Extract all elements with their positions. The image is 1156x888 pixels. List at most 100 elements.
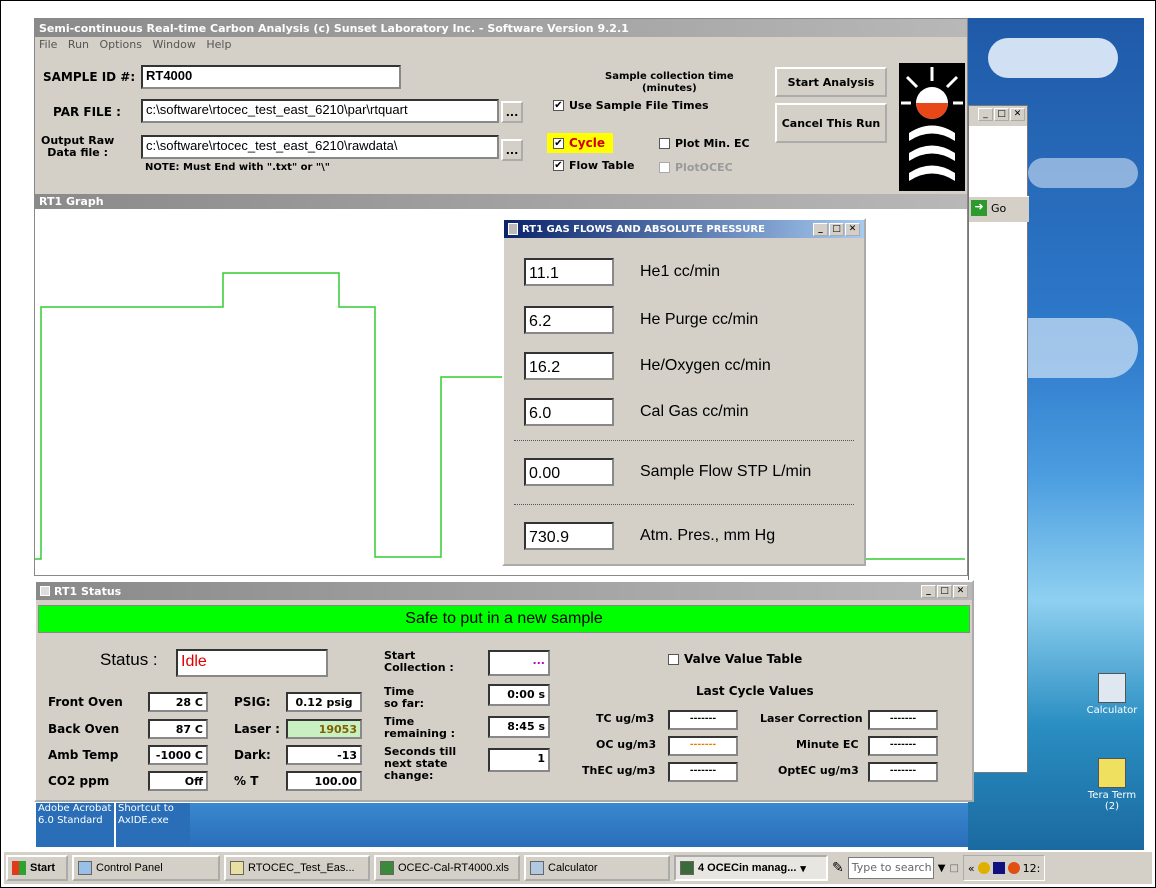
tray-network-icon[interactable]	[1007, 862, 1020, 874]
menu-window[interactable]: Window	[152, 38, 195, 51]
desktop-icon-calculator[interactable]: Calculator	[1080, 673, 1144, 716]
minute-ec-label: Minute EC	[796, 738, 859, 751]
tera-term-label-2: (2)	[1104, 801, 1120, 812]
plot-min-ec-checkbox[interactable]: Plot Min. EC	[659, 137, 750, 150]
clock[interactable]: 12:	[1023, 862, 1041, 875]
back-oven-value: 87 C	[148, 719, 208, 739]
maximize-icon[interactable]: □	[994, 108, 1009, 121]
minimize-icon[interactable]: _	[921, 584, 936, 598]
he1-value[interactable]: 11.1	[524, 258, 614, 286]
graph-trace-line	[35, 272, 503, 560]
plot-ocec-label: PlotOCEC	[675, 161, 733, 174]
flow-table-label: Flow Table	[569, 159, 635, 172]
folder-icon	[230, 861, 244, 875]
use-sample-file-times-checkbox[interactable]: ✔ Use Sample File Times	[553, 99, 709, 112]
minimize-icon[interactable]: _	[978, 108, 993, 121]
menu-run[interactable]: Run	[68, 38, 89, 51]
co2-label: CO2 ppm	[48, 774, 110, 788]
go-arrow-icon[interactable]: ➜	[971, 200, 987, 216]
status-window[interactable]: RT1 Status _ □ ✕ Safe to put in a new sa…	[34, 580, 974, 802]
taskbar-search-input[interactable]: Type to search	[847, 857, 934, 879]
atm-pressure-value[interactable]: 730.9	[524, 522, 614, 550]
tera-term-label: Tera Term	[1087, 790, 1137, 801]
thec-value: -------	[668, 762, 738, 782]
valve-value-table-box	[668, 653, 679, 665]
cycle-checkbox[interactable]: ✔ Cycle	[547, 133, 613, 153]
front-oven-label: Front Oven	[48, 695, 123, 709]
pct-t-value: 100.00	[286, 771, 362, 791]
front-oven-value: 28 C	[148, 692, 208, 712]
tray-expand-icon[interactable]: «	[968, 862, 975, 875]
status-titlebar: RT1 Status _ □ ✕	[36, 582, 972, 600]
valve-value-table-checkbox[interactable]: Valve Value Table	[668, 652, 802, 666]
menu-file[interactable]: File	[39, 38, 57, 51]
acrobat-label-2: 6.0 Standard	[38, 815, 103, 826]
sample-flow-value[interactable]: 0.00	[524, 458, 614, 486]
search-dropdown-icon[interactable]: ▼	[938, 863, 946, 874]
taskbar-item-calculator[interactable]: Calculator	[524, 855, 670, 881]
taskbar-item-control-panel[interactable]: Control Panel	[72, 855, 220, 881]
close-icon[interactable]: ✕	[845, 222, 860, 236]
valve-value-table-label: Valve Value Table	[684, 652, 803, 666]
maximize-icon[interactable]: □	[937, 584, 952, 598]
plot-min-ec-box	[659, 138, 670, 149]
laser-correction-value: -------	[868, 710, 938, 730]
gas-flows-window[interactable]: RT1 GAS FLOWS AND ABSOLUTE PRESSURE _ □ …	[502, 218, 866, 566]
he-purge-value[interactable]: 6.2	[524, 306, 614, 334]
desktop-shortcut-axide[interactable]: Shortcut to AxIDE.exe	[116, 803, 190, 847]
cancel-run-button[interactable]: Cancel This Run	[775, 103, 887, 143]
flow-row-cal-gas: 6.0 Cal Gas cc/min	[524, 398, 748, 426]
he-oxygen-value[interactable]: 16.2	[524, 352, 614, 380]
sample-id-input[interactable]: RT4000	[141, 65, 401, 89]
desktop-icon-tera-term[interactable]: Tera Term (2)	[1080, 758, 1144, 812]
menu-options[interactable]: Options	[100, 38, 142, 51]
shield-icon[interactable]	[977, 862, 990, 874]
chevron-down-icon: ▾	[800, 862, 806, 875]
par-file-input[interactable]: c:\software\rtocec_test_east_6210\par\rt…	[141, 99, 499, 123]
oc-value: -------	[668, 736, 738, 756]
psig-label: PSIG:	[234, 695, 271, 709]
maximize-icon[interactable]: □	[829, 222, 844, 236]
laser-label: Laser :	[234, 722, 280, 736]
flow-row-he-purge: 6.2 He Purge cc/min	[524, 306, 758, 334]
flow-table-check-icon: ✔	[553, 160, 564, 171]
desktop-strip	[190, 803, 968, 847]
close-icon[interactable]: ✕	[953, 584, 968, 598]
status-title: RT1 Status	[54, 584, 122, 598]
use-sample-file-times-check-icon: ✔	[553, 100, 564, 111]
plot-ocec-box	[659, 162, 670, 173]
taskbar: Start Control Panel RTOCEC_Test_Eas... O…	[4, 850, 1152, 884]
calculator-icon	[1098, 673, 1126, 703]
plot-min-ec-label: Plot Min. EC	[675, 137, 750, 150]
tray-app-icon[interactable]	[992, 862, 1005, 874]
flow-row-sample-flow: 0.00 Sample Flow STP L/min	[524, 458, 811, 486]
go-label[interactable]: Go	[991, 202, 1006, 215]
taskbar-item-rtocec-folder[interactable]: RTOCEC_Test_Eas...	[224, 855, 370, 881]
dark-value: -13	[286, 745, 362, 765]
graph-title: RT1 Graph	[35, 194, 967, 209]
cal-gas-label: Cal Gas cc/min	[640, 403, 749, 420]
back-oven-label: Back Oven	[48, 722, 120, 736]
taskbar-item-label: 4 OCECin manag...	[698, 862, 797, 874]
optec-label: OptEC ug/m3	[778, 764, 859, 777]
minimize-icon[interactable]: _	[813, 222, 828, 236]
desktop-shortcut-acrobat[interactable]: Adobe Acrobat 6.0 Standard	[36, 803, 114, 847]
start-analysis-button[interactable]: Start Analysis	[775, 67, 887, 97]
menu-help[interactable]: Help	[206, 38, 231, 51]
flow-table-checkbox[interactable]: ✔ Flow Table	[553, 159, 634, 172]
background-window[interactable]: _ □ ✕ ➜ Go	[968, 105, 1029, 773]
he-purge-label: He Purge cc/min	[640, 311, 759, 328]
output-raw-input[interactable]: c:\software\rtocec_test_east_6210\rawdat…	[141, 135, 499, 159]
cal-gas-value[interactable]: 6.0	[524, 398, 614, 426]
start-button[interactable]: Start	[6, 855, 68, 881]
time-so-far-value: 0:00 s	[488, 684, 550, 706]
taskbar-item-excel[interactable]: OCEC-Cal-RT4000.xls	[374, 855, 520, 881]
par-file-browse-button[interactable]: ...	[501, 101, 523, 123]
taskbar-item-ocecin-group[interactable]: 4 OCECin manag... ▾	[674, 855, 828, 881]
minute-ec-value: -------	[868, 736, 938, 756]
search-options-icon[interactable]: □	[949, 863, 958, 874]
output-raw-browse-button[interactable]: ...	[501, 139, 523, 161]
close-icon[interactable]: ✕	[1010, 108, 1025, 121]
window-app-icon	[40, 586, 50, 596]
sunset-lab-logo	[899, 63, 965, 191]
